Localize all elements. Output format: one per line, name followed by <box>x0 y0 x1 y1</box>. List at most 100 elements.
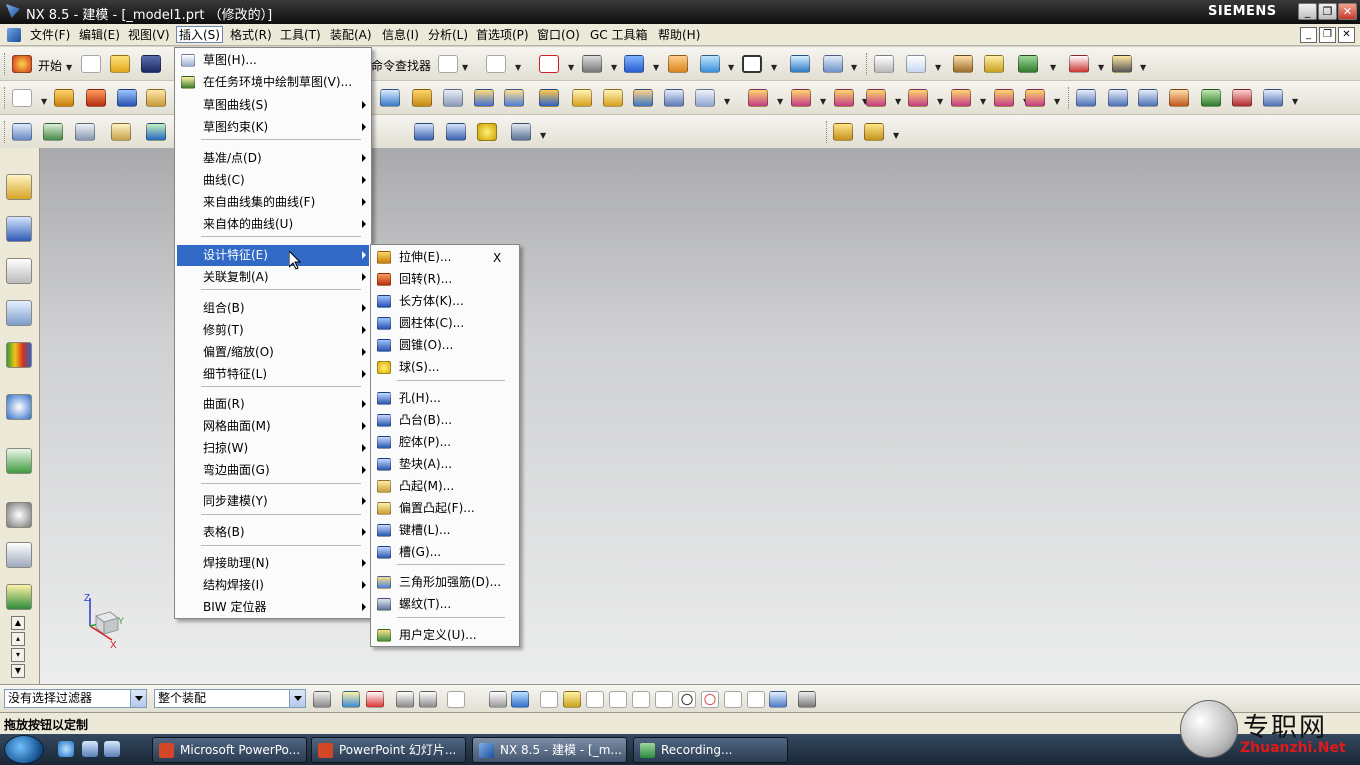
scroll-up-small-icon[interactable]: ▴ <box>11 632 25 646</box>
command-finder-button[interactable]: 命令查找器 <box>371 57 431 74</box>
gc-toolbox-2-icon[interactable] <box>864 123 884 141</box>
gc-dropdown-icon[interactable]: ▼ <box>893 131 899 140</box>
toolbar-grip-2[interactable] <box>866 53 869 75</box>
scroll-down-icon[interactable]: ▼ <box>11 664 25 678</box>
menu-tools[interactable]: 工具(T) <box>278 27 323 44</box>
design-feature-item-cylinder[interactable]: 圆柱体(C)... <box>373 313 517 334</box>
wcs-dropdown-icon[interactable]: ▼ <box>851 63 857 72</box>
feature-table-icon[interactable] <box>75 123 95 141</box>
snap-icon[interactable] <box>1018 55 1038 73</box>
feature-dropdown-icon[interactable]: ▼ <box>724 97 730 106</box>
insert-menu-item-sketch-curve[interactable]: 草图曲线(S) <box>177 95 369 116</box>
replace-face-icon[interactable] <box>866 89 886 107</box>
surface-2-icon[interactable] <box>1108 89 1128 107</box>
sketch-toolbar-icon[interactable] <box>12 89 32 107</box>
insert-menu-item-sweep[interactable]: 扫掠(W) <box>177 438 369 459</box>
face-rule-icon[interactable] <box>396 691 414 708</box>
menu-insert[interactable]: 插入(S) <box>176 26 223 43</box>
tube-icon[interactable] <box>603 89 623 107</box>
move-face-icon[interactable] <box>748 89 768 107</box>
background-icon[interactable] <box>668 55 688 73</box>
model-history-icon[interactable] <box>874 55 894 73</box>
reuse-library-icon[interactable] <box>6 300 32 326</box>
restore-button[interactable]: ❐ <box>1318 3 1337 20</box>
save-icon[interactable] <box>141 55 161 73</box>
render-dropdown-icon[interactable]: ▼ <box>611 63 617 72</box>
menu-edit[interactable]: 编辑(E) <box>77 27 122 44</box>
fastener-icon[interactable] <box>511 123 531 141</box>
menu-view[interactable]: 视图(V) <box>126 27 172 44</box>
scroll-up-icon[interactable]: ▲ <box>11 616 25 630</box>
insert-menu-item-surface[interactable]: 曲面(R) <box>177 394 369 415</box>
through-curves-icon[interactable] <box>633 89 653 107</box>
section-dropdown-icon[interactable]: ▼ <box>728 63 734 72</box>
pull-face-icon[interactable] <box>791 89 811 107</box>
doc-restore-button[interactable]: ❐ <box>1319 27 1336 43</box>
resize-face-icon[interactable] <box>908 89 928 107</box>
wcs-orient-icon[interactable] <box>823 55 843 73</box>
cut-face-icon[interactable] <box>1025 89 1045 107</box>
toolbar-grip-3[interactable] <box>4 87 7 109</box>
menu-window[interactable]: 窗口(O) <box>535 27 582 44</box>
general-filter-icon[interactable] <box>342 691 360 708</box>
menu-gc-toolbox[interactable]: GC 工具箱 <box>588 27 650 44</box>
task-powerpoint-2[interactable]: PowerPoint 幻灯片... <box>311 737 466 763</box>
trim-body-icon[interactable] <box>380 89 400 107</box>
layer-settings-icon[interactable] <box>742 55 762 73</box>
insert-menu-item-derived-curve[interactable]: 来自曲线集的曲线(F) <box>177 192 369 213</box>
snap-center-icon[interactable] <box>678 691 696 708</box>
type-filter-dropdown-icon[interactable] <box>130 690 146 707</box>
cut-face-dropdown-icon[interactable]: ▼ <box>1054 97 1060 106</box>
snap-midpoint-icon[interactable] <box>609 691 627 708</box>
insert-menu-item-flange-surface[interactable]: 弯边曲面(G) <box>177 460 369 481</box>
wcs-icon[interactable] <box>790 55 810 73</box>
snap-intersection-icon[interactable] <box>655 691 673 708</box>
menu-information[interactable]: 信息(I) <box>380 27 421 44</box>
info-dropdown-icon[interactable]: ▼ <box>515 63 521 72</box>
insert-menu-item-curve-from-body[interactable]: 来自体的曲线(U) <box>177 214 369 235</box>
surface-dropdown-icon[interactable]: ▼ <box>1292 97 1298 106</box>
design-feature-item-boss[interactable]: 凸台(B)... <box>373 410 517 431</box>
ruler-icon[interactable] <box>1112 55 1132 73</box>
design-feature-item-slot[interactable]: 键槽(L)... <box>373 520 517 541</box>
shell-icon[interactable] <box>474 89 494 107</box>
web-browser-icon[interactable] <box>6 394 32 420</box>
pen-tool-icon[interactable] <box>446 123 466 141</box>
history-icon[interactable] <box>6 448 32 474</box>
show-desktop-icon[interactable] <box>82 741 98 757</box>
selection-scope-dropdown-icon[interactable] <box>289 690 305 707</box>
sweep-icon[interactable] <box>572 89 592 107</box>
assembly-navigator-icon[interactable] <box>6 174 32 200</box>
start-icon[interactable] <box>12 55 32 73</box>
surface-1-icon[interactable] <box>1076 89 1096 107</box>
ruler-dropdown-icon[interactable]: ▼ <box>1140 63 1146 72</box>
analysis-icon[interactable] <box>984 55 1004 73</box>
system-materials-icon[interactable] <box>6 542 32 568</box>
delete-face-icon[interactable] <box>834 89 854 107</box>
point-constructor-icon[interactable] <box>906 55 926 73</box>
snap-endpoint-icon[interactable] <box>563 691 581 708</box>
view-section-icon[interactable] <box>700 55 720 73</box>
windows-start-button[interactable] <box>4 735 44 764</box>
replace-face-dropdown-icon[interactable]: ▼ <box>895 97 901 106</box>
task-nx[interactable]: NX 8.5 - 建模 - [_m... <box>472 737 627 763</box>
insert-menu-item-sketch[interactable]: 草图(H)... <box>177 50 369 71</box>
design-feature-item-groove[interactable]: 槽(G)... <box>373 542 517 563</box>
surface-3-icon[interactable] <box>1138 89 1158 107</box>
insert-menu-item-design-feature[interactable]: 设计特征(E) <box>177 245 369 266</box>
render-style-icon[interactable] <box>582 55 602 73</box>
layout-dropdown-icon[interactable]: ▼ <box>462 63 468 72</box>
reset-filter-icon[interactable] <box>313 691 331 708</box>
cylinder-toolbar-icon[interactable] <box>414 123 434 141</box>
menu-assembly[interactable]: 装配(A) <box>328 27 374 44</box>
open-folder-icon[interactable] <box>110 55 130 73</box>
fastener-dropdown-icon[interactable]: ▼ <box>540 131 546 140</box>
design-feature-item-cone[interactable]: 圆锥(O)... <box>373 335 517 356</box>
insert-menu-item-offset-scale[interactable]: 偏置/缩放(O) <box>177 342 369 363</box>
menu-file[interactable]: 文件(F) <box>28 27 72 44</box>
offset-region-icon[interactable] <box>951 89 971 107</box>
insert-menu-item-associative-copy[interactable]: 关联复制(A) <box>177 267 369 288</box>
copy-face-icon[interactable] <box>994 89 1014 107</box>
design-feature-item-hole[interactable]: 孔(H)... <box>373 388 517 409</box>
datum-csys-icon[interactable] <box>12 123 32 141</box>
